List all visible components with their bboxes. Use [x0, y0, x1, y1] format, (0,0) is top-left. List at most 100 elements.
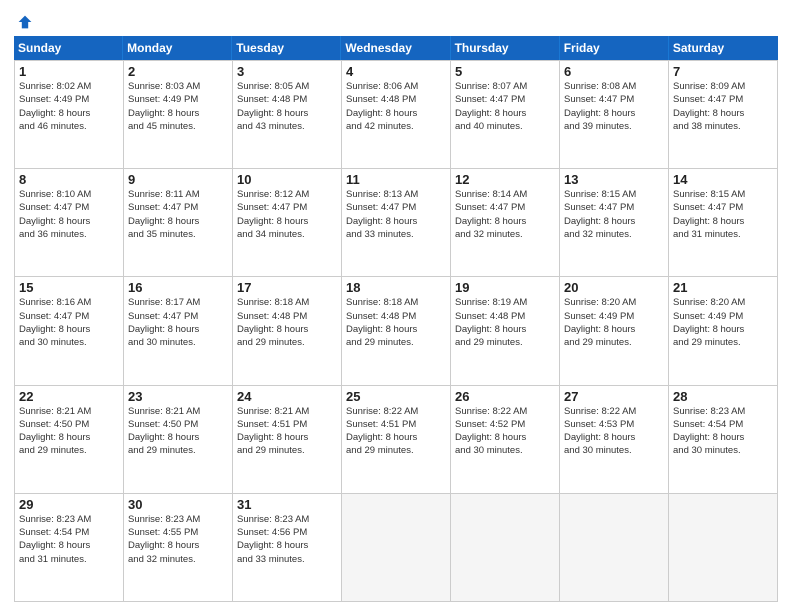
day-cell-18: 18Sunrise: 8:18 AM Sunset: 4:48 PM Dayli…	[342, 277, 451, 385]
day-cell-4: 4Sunrise: 8:06 AM Sunset: 4:48 PM Daylig…	[342, 61, 451, 169]
day-cell-10: 10Sunrise: 8:12 AM Sunset: 4:47 PM Dayli…	[233, 169, 342, 277]
day-number: 25	[346, 389, 446, 404]
day-cell-14: 14Sunrise: 8:15 AM Sunset: 4:47 PM Dayli…	[669, 169, 778, 277]
empty-cell	[669, 494, 778, 602]
page: SundayMondayTuesdayWednesdayThursdayFrid…	[0, 0, 792, 612]
day-number: 20	[564, 280, 664, 295]
weekday-header-friday: Friday	[560, 36, 669, 60]
day-number: 21	[673, 280, 773, 295]
day-number: 16	[128, 280, 228, 295]
day-number: 11	[346, 172, 446, 187]
day-info: Sunrise: 8:08 AM Sunset: 4:47 PM Dayligh…	[564, 80, 664, 133]
day-number: 29	[19, 497, 119, 512]
day-cell-27: 27Sunrise: 8:22 AM Sunset: 4:53 PM Dayli…	[560, 386, 669, 494]
weekday-header-sunday: Sunday	[14, 36, 123, 60]
day-number: 24	[237, 389, 337, 404]
day-info: Sunrise: 8:21 AM Sunset: 4:51 PM Dayligh…	[237, 405, 337, 458]
day-info: Sunrise: 8:23 AM Sunset: 4:56 PM Dayligh…	[237, 513, 337, 566]
day-cell-6: 6Sunrise: 8:08 AM Sunset: 4:47 PM Daylig…	[560, 61, 669, 169]
logo-icon	[17, 14, 33, 30]
calendar-row-5: 29Sunrise: 8:23 AM Sunset: 4:54 PM Dayli…	[15, 494, 778, 602]
day-info: Sunrise: 8:15 AM Sunset: 4:47 PM Dayligh…	[673, 188, 773, 241]
day-cell-22: 22Sunrise: 8:21 AM Sunset: 4:50 PM Dayli…	[15, 386, 124, 494]
day-info: Sunrise: 8:21 AM Sunset: 4:50 PM Dayligh…	[128, 405, 228, 458]
day-info: Sunrise: 8:15 AM Sunset: 4:47 PM Dayligh…	[564, 188, 664, 241]
day-cell-16: 16Sunrise: 8:17 AM Sunset: 4:47 PM Dayli…	[124, 277, 233, 385]
weekday-header-wednesday: Wednesday	[341, 36, 450, 60]
empty-cell	[560, 494, 669, 602]
day-number: 22	[19, 389, 119, 404]
day-cell-31: 31Sunrise: 8:23 AM Sunset: 4:56 PM Dayli…	[233, 494, 342, 602]
day-cell-15: 15Sunrise: 8:16 AM Sunset: 4:47 PM Dayli…	[15, 277, 124, 385]
day-number: 13	[564, 172, 664, 187]
day-cell-20: 20Sunrise: 8:20 AM Sunset: 4:49 PM Dayli…	[560, 277, 669, 385]
day-info: Sunrise: 8:05 AM Sunset: 4:48 PM Dayligh…	[237, 80, 337, 133]
day-info: Sunrise: 8:07 AM Sunset: 4:47 PM Dayligh…	[455, 80, 555, 133]
day-cell-26: 26Sunrise: 8:22 AM Sunset: 4:52 PM Dayli…	[451, 386, 560, 494]
calendar-row-1: 1Sunrise: 8:02 AM Sunset: 4:49 PM Daylig…	[15, 61, 778, 169]
weekday-header-monday: Monday	[123, 36, 232, 60]
day-number: 28	[673, 389, 773, 404]
day-cell-25: 25Sunrise: 8:22 AM Sunset: 4:51 PM Dayli…	[342, 386, 451, 494]
day-info: Sunrise: 8:13 AM Sunset: 4:47 PM Dayligh…	[346, 188, 446, 241]
day-number: 8	[19, 172, 119, 187]
day-cell-28: 28Sunrise: 8:23 AM Sunset: 4:54 PM Dayli…	[669, 386, 778, 494]
day-info: Sunrise: 8:22 AM Sunset: 4:53 PM Dayligh…	[564, 405, 664, 458]
day-info: Sunrise: 8:23 AM Sunset: 4:55 PM Dayligh…	[128, 513, 228, 566]
day-info: Sunrise: 8:11 AM Sunset: 4:47 PM Dayligh…	[128, 188, 228, 241]
day-info: Sunrise: 8:06 AM Sunset: 4:48 PM Dayligh…	[346, 80, 446, 133]
day-cell-24: 24Sunrise: 8:21 AM Sunset: 4:51 PM Dayli…	[233, 386, 342, 494]
day-info: Sunrise: 8:20 AM Sunset: 4:49 PM Dayligh…	[673, 296, 773, 349]
day-cell-1: 1Sunrise: 8:02 AM Sunset: 4:49 PM Daylig…	[15, 61, 124, 169]
day-info: Sunrise: 8:21 AM Sunset: 4:50 PM Dayligh…	[19, 405, 119, 458]
day-number: 15	[19, 280, 119, 295]
day-info: Sunrise: 8:23 AM Sunset: 4:54 PM Dayligh…	[19, 513, 119, 566]
day-cell-2: 2Sunrise: 8:03 AM Sunset: 4:49 PM Daylig…	[124, 61, 233, 169]
day-info: Sunrise: 8:16 AM Sunset: 4:47 PM Dayligh…	[19, 296, 119, 349]
logo	[14, 14, 33, 30]
day-number: 27	[564, 389, 664, 404]
day-cell-9: 9Sunrise: 8:11 AM Sunset: 4:47 PM Daylig…	[124, 169, 233, 277]
weekday-header-tuesday: Tuesday	[232, 36, 341, 60]
day-info: Sunrise: 8:14 AM Sunset: 4:47 PM Dayligh…	[455, 188, 555, 241]
day-number: 2	[128, 64, 228, 79]
weekday-header-saturday: Saturday	[669, 36, 778, 60]
day-info: Sunrise: 8:18 AM Sunset: 4:48 PM Dayligh…	[237, 296, 337, 349]
day-cell-23: 23Sunrise: 8:21 AM Sunset: 4:50 PM Dayli…	[124, 386, 233, 494]
day-cell-17: 17Sunrise: 8:18 AM Sunset: 4:48 PM Dayli…	[233, 277, 342, 385]
day-number: 9	[128, 172, 228, 187]
day-cell-3: 3Sunrise: 8:05 AM Sunset: 4:48 PM Daylig…	[233, 61, 342, 169]
day-info: Sunrise: 8:22 AM Sunset: 4:51 PM Dayligh…	[346, 405, 446, 458]
calendar-body: 1Sunrise: 8:02 AM Sunset: 4:49 PM Daylig…	[14, 60, 778, 602]
day-info: Sunrise: 8:09 AM Sunset: 4:47 PM Dayligh…	[673, 80, 773, 133]
day-cell-29: 29Sunrise: 8:23 AM Sunset: 4:54 PM Dayli…	[15, 494, 124, 602]
calendar: SundayMondayTuesdayWednesdayThursdayFrid…	[14, 36, 778, 602]
day-info: Sunrise: 8:10 AM Sunset: 4:47 PM Dayligh…	[19, 188, 119, 241]
day-number: 7	[673, 64, 773, 79]
day-number: 4	[346, 64, 446, 79]
day-cell-21: 21Sunrise: 8:20 AM Sunset: 4:49 PM Dayli…	[669, 277, 778, 385]
calendar-row-4: 22Sunrise: 8:21 AM Sunset: 4:50 PM Dayli…	[15, 386, 778, 494]
day-number: 30	[128, 497, 228, 512]
day-number: 6	[564, 64, 664, 79]
day-cell-19: 19Sunrise: 8:19 AM Sunset: 4:48 PM Dayli…	[451, 277, 560, 385]
day-number: 17	[237, 280, 337, 295]
day-number: 14	[673, 172, 773, 187]
day-number: 31	[237, 497, 337, 512]
day-info: Sunrise: 8:20 AM Sunset: 4:49 PM Dayligh…	[564, 296, 664, 349]
day-number: 19	[455, 280, 555, 295]
day-cell-13: 13Sunrise: 8:15 AM Sunset: 4:47 PM Dayli…	[560, 169, 669, 277]
day-cell-30: 30Sunrise: 8:23 AM Sunset: 4:55 PM Dayli…	[124, 494, 233, 602]
day-cell-12: 12Sunrise: 8:14 AM Sunset: 4:47 PM Dayli…	[451, 169, 560, 277]
day-number: 18	[346, 280, 446, 295]
day-info: Sunrise: 8:17 AM Sunset: 4:47 PM Dayligh…	[128, 296, 228, 349]
day-info: Sunrise: 8:03 AM Sunset: 4:49 PM Dayligh…	[128, 80, 228, 133]
empty-cell	[451, 494, 560, 602]
day-info: Sunrise: 8:19 AM Sunset: 4:48 PM Dayligh…	[455, 296, 555, 349]
empty-cell	[342, 494, 451, 602]
day-number: 12	[455, 172, 555, 187]
day-number: 10	[237, 172, 337, 187]
day-cell-11: 11Sunrise: 8:13 AM Sunset: 4:47 PM Dayli…	[342, 169, 451, 277]
day-number: 1	[19, 64, 119, 79]
day-info: Sunrise: 8:12 AM Sunset: 4:47 PM Dayligh…	[237, 188, 337, 241]
